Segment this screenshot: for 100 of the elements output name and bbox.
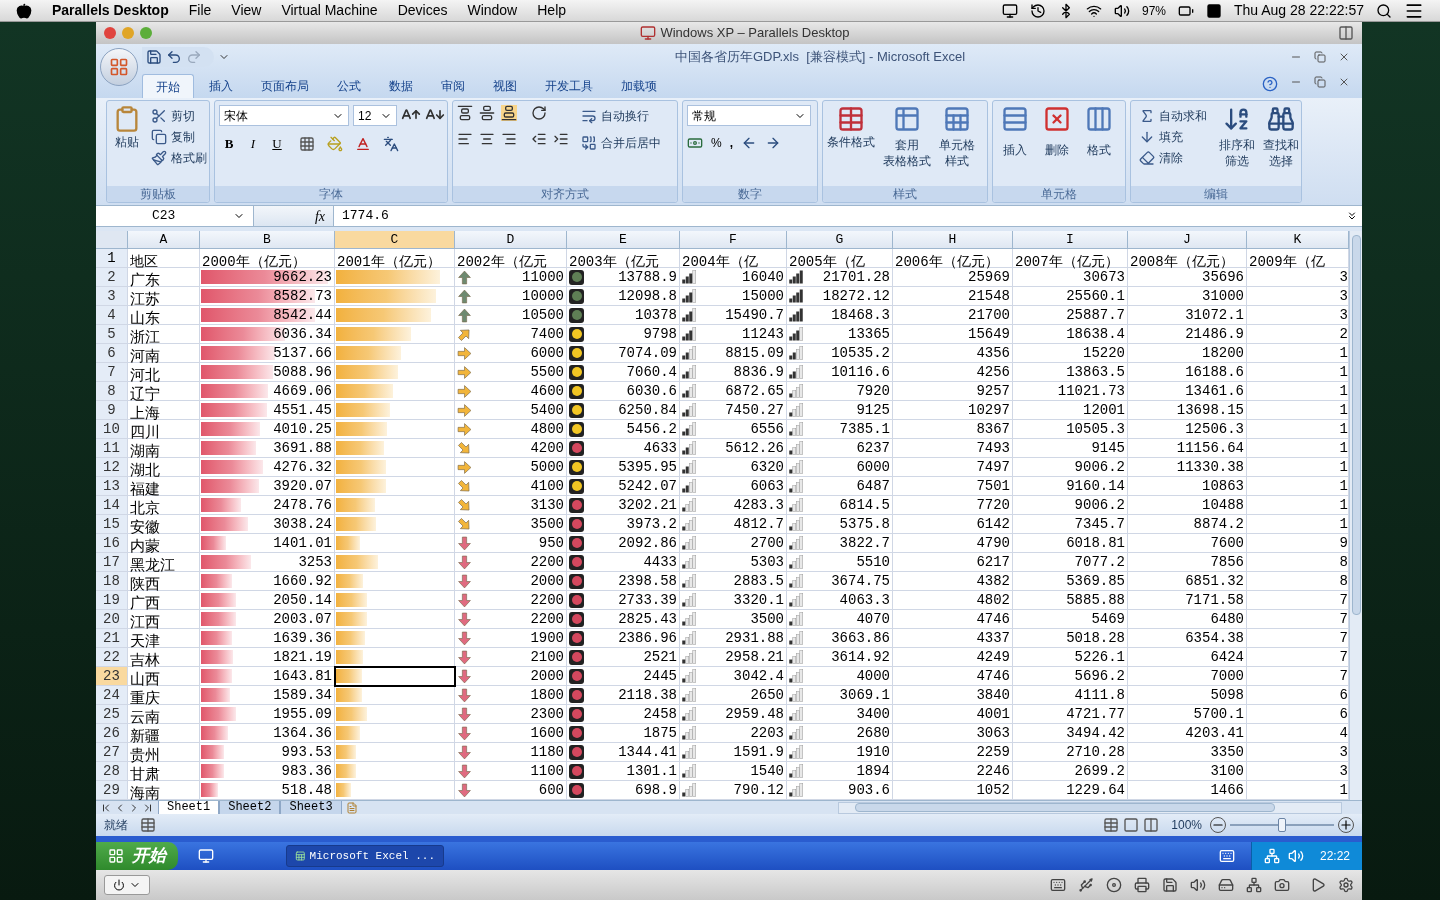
status-icon[interactable] xyxy=(1206,2,1222,19)
column-header[interactable]: K xyxy=(1247,231,1349,249)
page-break-icon[interactable] xyxy=(1143,817,1160,833)
row-header[interactable]: 9 xyxy=(96,401,128,420)
row-header[interactable]: 22 xyxy=(96,648,128,667)
clear-button[interactable]: 清除 xyxy=(1135,147,1211,168)
italic-button[interactable]: I xyxy=(243,134,263,154)
column-header[interactable]: E xyxy=(567,231,680,249)
increase-indent-icon[interactable] xyxy=(553,131,569,147)
sheet-tab[interactable]: Sheet2 xyxy=(219,800,281,815)
new-sheet-icon[interactable] xyxy=(345,801,358,814)
delete-button[interactable]: 删除 xyxy=(1043,105,1071,186)
volume-icon[interactable] xyxy=(1113,2,1130,19)
wrap-text-button[interactable]: 自动换行 xyxy=(577,105,665,126)
border-icon[interactable] xyxy=(299,136,315,152)
orientation-icon[interactable] xyxy=(531,105,547,121)
column-header[interactable]: D xyxy=(455,231,567,249)
copy-button[interactable]: 复制 xyxy=(147,126,211,147)
zoom-slider[interactable] xyxy=(1230,818,1334,832)
row-header[interactable]: 13 xyxy=(96,477,128,496)
ribbon-tab[interactable]: 数据 xyxy=(376,74,426,98)
row-header[interactable]: 17 xyxy=(96,553,128,572)
column-header[interactable]: B xyxy=(200,231,335,249)
row-header[interactable]: 3 xyxy=(96,287,128,306)
usb-icon[interactable] xyxy=(1078,877,1094,893)
column-header[interactable]: C xyxy=(335,231,455,249)
row-header[interactable]: 18 xyxy=(96,572,128,591)
row-header[interactable]: 25 xyxy=(96,705,128,724)
paste-button[interactable]: 粘贴 xyxy=(111,105,143,186)
row-header[interactable]: 4 xyxy=(96,306,128,325)
row-header[interactable]: 6 xyxy=(96,344,128,363)
help-icon[interactable] xyxy=(1262,76,1278,92)
menu-item[interactable]: Devices xyxy=(397,0,448,21)
format-as-table-button[interactable]: 套用 表格格式 xyxy=(883,105,931,186)
menu-item[interactable]: File xyxy=(188,0,212,21)
menu-item[interactable]: Help xyxy=(537,0,567,21)
sort-filter-button[interactable]: 排序和 筛选 xyxy=(1219,105,1255,186)
row-header[interactable]: 14 xyxy=(96,496,128,515)
increase-decimal-icon[interactable] xyxy=(741,135,757,151)
zoom-level[interactable]: 100% xyxy=(1171,816,1202,834)
row-header[interactable]: 28 xyxy=(96,762,128,781)
find-select-button[interactable]: 查找和 选择 xyxy=(1263,105,1299,186)
row-header[interactable]: 1 xyxy=(96,249,128,268)
row-header[interactable]: 23 xyxy=(96,667,128,686)
clock-icon[interactable] xyxy=(1029,2,1046,19)
row-header[interactable]: 11 xyxy=(96,439,128,458)
column-header[interactable]: A xyxy=(128,231,200,249)
keyboard-icon[interactable] xyxy=(1218,848,1235,864)
font-size-field[interactable]: 12 xyxy=(353,105,397,126)
menu-item[interactable]: Window xyxy=(467,0,518,21)
currency-icon[interactable] xyxy=(687,135,703,151)
restore-icon[interactable] xyxy=(1314,76,1326,88)
first-sheet-icon[interactable] xyxy=(100,801,112,814)
network-icon[interactable] xyxy=(1263,848,1280,864)
window-mode-icon[interactable] xyxy=(1338,25,1354,41)
row-header[interactable]: 19 xyxy=(96,591,128,610)
row-header[interactable]: 8 xyxy=(96,382,128,401)
play-icon[interactable] xyxy=(1310,877,1326,893)
insert-button[interactable]: 插入 xyxy=(1001,105,1029,186)
ribbon-tab[interactable]: 加载项 xyxy=(608,74,670,98)
insert-function-label[interactable]: fx xyxy=(314,205,325,227)
phonetic-icon[interactable] xyxy=(383,136,399,152)
menu-item[interactable]: View xyxy=(231,0,262,21)
vertical-scrollbar[interactable] xyxy=(1349,231,1362,800)
sheet-tab[interactable]: Sheet3 xyxy=(280,800,342,815)
disc-icon[interactable] xyxy=(1106,877,1122,893)
underline-button[interactable]: U xyxy=(267,134,287,154)
number-format-field[interactable]: 常规 xyxy=(687,105,811,126)
ribbon-tab[interactable]: 页面布局 xyxy=(248,74,322,98)
column-header[interactable]: I xyxy=(1013,231,1128,249)
align-center-icon[interactable] xyxy=(479,131,495,147)
align-right-icon[interactable] xyxy=(501,131,517,147)
row-header[interactable]: 16 xyxy=(96,534,128,553)
cell-styles-button[interactable]: 单元格 样式 xyxy=(939,105,975,186)
column-header[interactable]: F xyxy=(680,231,787,249)
page-layout-icon[interactable] xyxy=(1123,817,1140,833)
ribbon-tab[interactable]: 插入 xyxy=(196,74,246,98)
align-bottom-icon[interactable] xyxy=(501,105,517,121)
autosum-button[interactable]: 自动求和 xyxy=(1135,105,1211,126)
menu-item[interactable]: Virtual Machine xyxy=(281,0,378,21)
column-header[interactable]: J xyxy=(1128,231,1247,249)
comma-button[interactable]: , xyxy=(729,134,733,152)
keyboard-icon[interactable] xyxy=(1050,877,1066,893)
ribbon-tab[interactable]: 视图 xyxy=(480,74,530,98)
row-header[interactable]: 26 xyxy=(96,724,128,743)
quick-launch-icon[interactable] xyxy=(198,848,214,864)
zoom-thumb[interactable] xyxy=(1278,818,1286,832)
close-button[interactable] xyxy=(104,27,116,39)
font-color-icon[interactable] xyxy=(355,136,371,152)
expand-icon[interactable] xyxy=(1346,210,1358,222)
decrease-indent-icon[interactable] xyxy=(531,131,547,147)
power-button[interactable] xyxy=(104,875,150,895)
column-header[interactable]: H xyxy=(893,231,1013,249)
hard-drive-icon[interactable] xyxy=(1218,877,1234,893)
cut-button[interactable]: 剪切 xyxy=(147,105,211,126)
macro-record-icon[interactable] xyxy=(140,817,156,833)
close-icon[interactable] xyxy=(1338,76,1350,88)
app-menu[interactable]: Parallels Desktop xyxy=(52,0,169,21)
search-icon[interactable] xyxy=(1376,2,1392,19)
ribbon-tab[interactable]: 审阅 xyxy=(428,74,478,98)
